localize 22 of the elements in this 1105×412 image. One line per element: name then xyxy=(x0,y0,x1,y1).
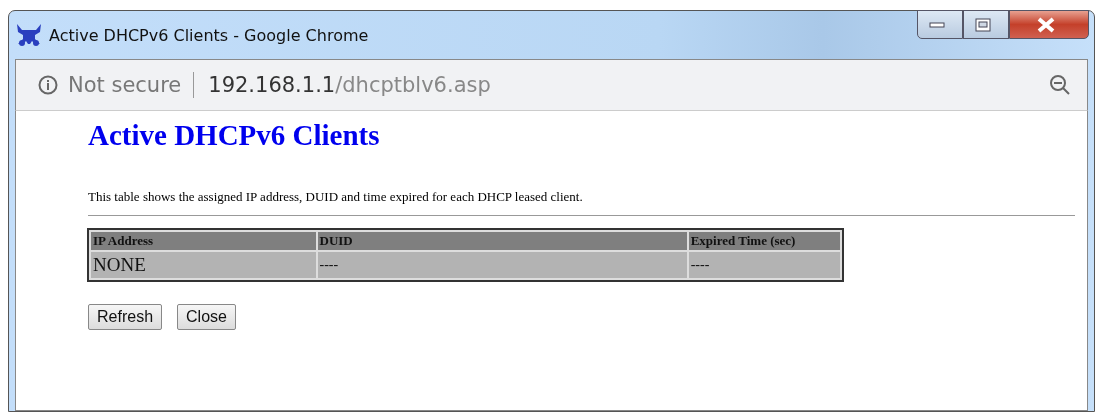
url-text[interactable]: 192.168.1.1/dhcptblv6.asp xyxy=(208,73,491,97)
close-page-button[interactable]: Close xyxy=(177,304,236,330)
close-button[interactable] xyxy=(1009,10,1089,39)
table-cell: ---- xyxy=(688,252,840,278)
page-heading: Active DHCPv6 Clients xyxy=(88,119,380,152)
close-icon xyxy=(1036,16,1056,33)
description-text: This table shows the assigned IP address, DUID and time expired for each DHCP leased client. xyxy=(88,189,583,205)
info-icon[interactable] xyxy=(38,75,58,95)
security-label: Not secure xyxy=(68,73,182,97)
maximize-button[interactable] xyxy=(963,10,1009,39)
minimize-icon xyxy=(929,21,945,28)
app-icon xyxy=(15,22,43,48)
column-header: Expired Time (sec) xyxy=(688,232,840,250)
column-header: DUID xyxy=(317,232,687,250)
minimize-button[interactable] xyxy=(917,10,963,39)
refresh-button[interactable]: Refresh xyxy=(88,304,163,330)
table-cell: ---- xyxy=(317,252,687,278)
column-header: IP Address xyxy=(91,232,316,250)
zoom-out-icon[interactable] xyxy=(1049,74,1071,96)
window-title: Active DHCPv6 Clients - Google Chrome xyxy=(49,25,369,45)
table-cell: NONE xyxy=(91,252,316,278)
maximize-icon xyxy=(975,17,991,32)
